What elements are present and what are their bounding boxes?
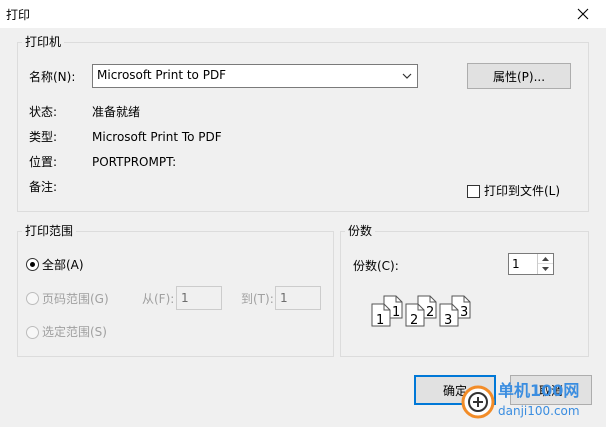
spinner-down-button[interactable] xyxy=(538,264,553,274)
collate-set-1: 1 1 xyxy=(371,295,403,328)
spinner-buttons xyxy=(537,254,553,274)
watermark-title: 单机100网 xyxy=(498,381,580,400)
from-value: 1 xyxy=(181,291,189,305)
from-label: 从(F): xyxy=(142,292,175,306)
from-input[interactable]: 1 xyxy=(176,286,222,310)
type-label: 类型: xyxy=(29,130,58,144)
to-input[interactable]: 1 xyxy=(275,286,321,310)
range-pages-label[interactable]: 页码范围(G) xyxy=(42,291,109,307)
collate-set-3: 3 3 xyxy=(439,295,471,328)
collate-page-label: 2 xyxy=(426,305,434,320)
watermark: 单机100网 danji100.com xyxy=(458,380,606,427)
properties-button[interactable]: 属性(P)... xyxy=(467,63,571,89)
type-value: Microsoft Print To PDF xyxy=(92,130,222,144)
printer-name-value: Microsoft Print to PDF xyxy=(97,68,227,82)
collate-page-label: 3 xyxy=(444,313,452,328)
watermark-url: danji100.com xyxy=(498,404,580,418)
range-all-radio[interactable] xyxy=(26,258,39,271)
printer-name-combo[interactable]: Microsoft Print to PDF xyxy=(92,64,418,88)
comment-label: 备注: xyxy=(29,180,58,194)
copies-value: 1 xyxy=(512,257,520,271)
chevron-down-icon xyxy=(402,73,412,79)
range-selection-label[interactable]: 选定范围(S) xyxy=(42,324,107,340)
printer-group-legend: 打印机 xyxy=(22,35,65,49)
where-value: PORTPROMPT: xyxy=(92,155,177,169)
spinner-up-button[interactable] xyxy=(538,254,553,264)
print-to-file-checkbox[interactable] xyxy=(467,185,480,198)
close-icon xyxy=(577,8,589,20)
radio-selected-dot xyxy=(30,262,35,267)
close-button[interactable] xyxy=(560,0,606,28)
status-value: 准备就绪 xyxy=(92,105,141,119)
window-title: 打印 xyxy=(6,8,31,22)
printer-name-label: 名称(N): xyxy=(29,70,76,84)
where-label: 位置: xyxy=(29,155,58,169)
range-pages-radio[interactable] xyxy=(26,292,39,305)
copies-label: 份数(C): xyxy=(353,259,399,273)
collate-page-label: 2 xyxy=(410,313,418,328)
title-bar: 打印 xyxy=(0,0,606,28)
watermark-logo-icon xyxy=(461,385,495,419)
collate-page-label: 3 xyxy=(460,305,468,320)
spinner-up-icon xyxy=(542,256,549,261)
copies-legend: 份数 xyxy=(345,224,376,238)
spinner-down-icon xyxy=(542,267,549,271)
print-to-file-label[interactable]: 打印到文件(L) xyxy=(484,183,560,199)
copies-spinner[interactable]: 1 xyxy=(508,253,554,275)
collate-set-2: 2 2 xyxy=(405,295,437,328)
to-label: 到(T): xyxy=(241,292,274,306)
collate-pages-icon: 1 1 2 2 3 3 xyxy=(371,295,471,328)
status-label: 状态: xyxy=(29,105,58,119)
collate-page-label: 1 xyxy=(392,305,400,320)
to-value: 1 xyxy=(280,291,288,305)
print-range-legend: 打印范围 xyxy=(22,224,77,238)
properties-button-label: 属性(P)... xyxy=(492,69,546,84)
collate-page-label: 1 xyxy=(376,313,384,328)
range-selection-radio[interactable] xyxy=(26,326,39,339)
range-all-label[interactable]: 全部(A) xyxy=(42,257,84,273)
